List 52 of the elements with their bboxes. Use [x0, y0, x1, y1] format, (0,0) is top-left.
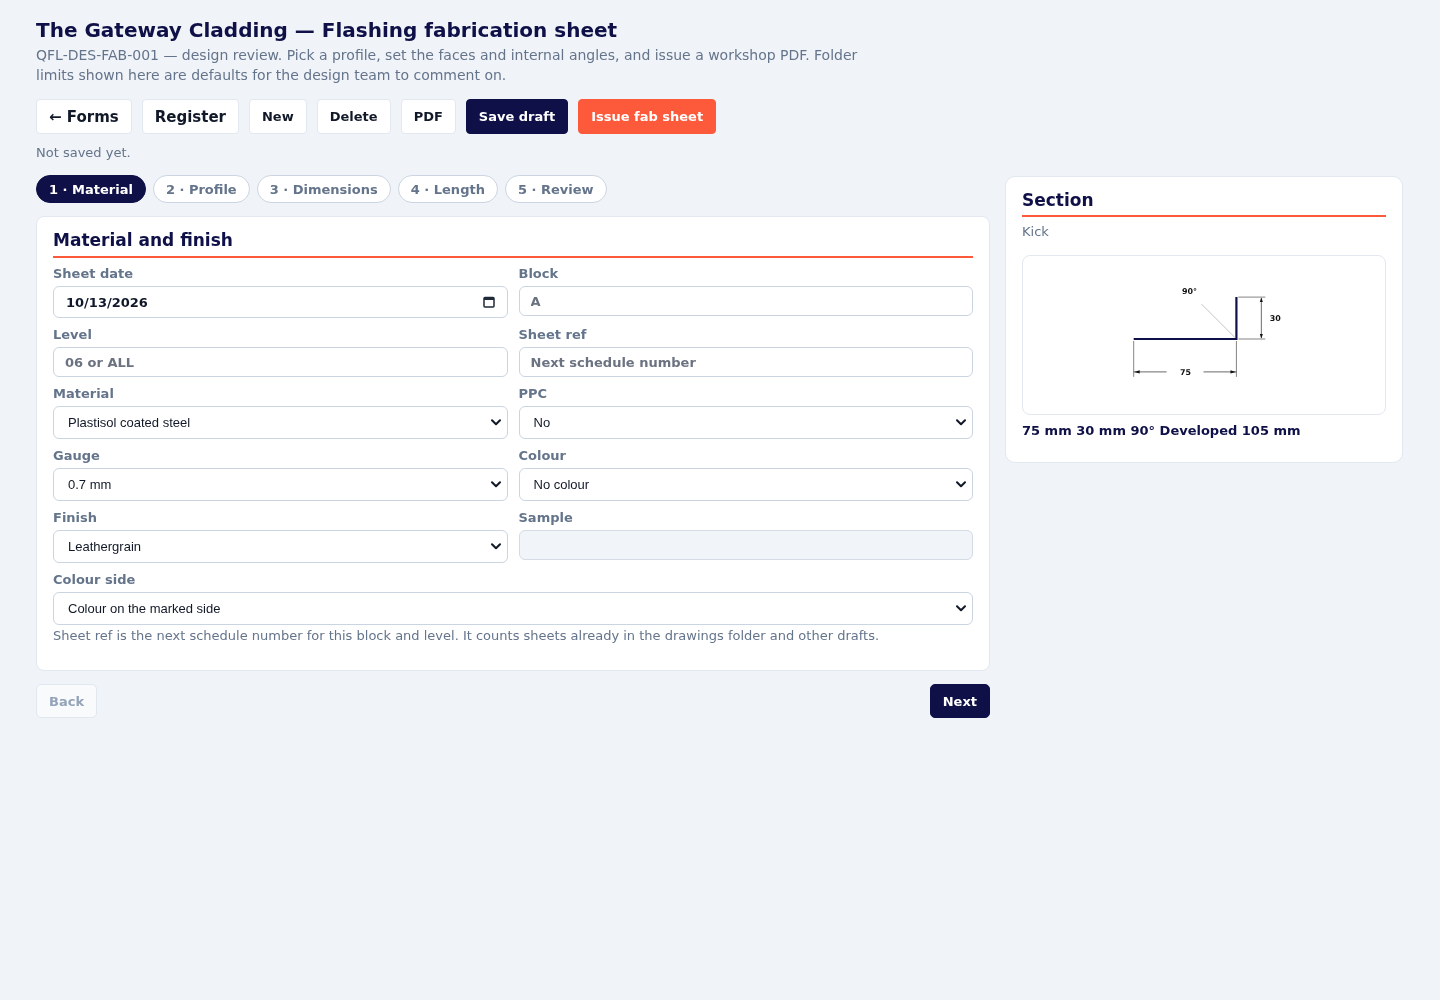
dropdown-field[interactable]: Leathergrain — [53, 530, 508, 563]
field-label: Sheet ref — [518, 327, 587, 343]
chevron-down-icon — [490, 543, 501, 550]
text-field[interactable]: A — [518, 286, 973, 316]
text-field[interactable]: 06 or ALL — [53, 347, 508, 377]
dropdown-field[interactable]: No — [518, 406, 973, 439]
card-title: Material and finish — [53, 229, 233, 251]
dropdown-field[interactable]: Colour on the marked side — [53, 592, 973, 625]
dropdown-field[interactable]: No colour — [518, 468, 973, 501]
step-tab[interactable]: 4 · Length — [397, 175, 498, 203]
panel-title: Section — [1022, 189, 1094, 211]
step-tab[interactable]: 1 · Material — [36, 175, 146, 203]
chevron-down-icon — [490, 481, 501, 488]
chevron-down-icon — [490, 419, 501, 426]
profile-name-text: Kick — [1022, 224, 1049, 240]
field-label: Gauge — [53, 448, 100, 464]
chevron-down-icon — [956, 419, 966, 426]
toolbar-button[interactable]: PDF — [400, 99, 456, 134]
chevron-down-icon — [956, 605, 966, 612]
field-label: Level — [53, 327, 92, 343]
dimension-label: 75 — [1180, 367, 1192, 377]
angle-label: 90° — [1182, 287, 1198, 297]
field-label: Colour side — [53, 572, 136, 588]
dimension-summary: 75 mm 30 mm 90° Developed 105 mm — [1022, 422, 1301, 440]
nav-button[interactable]: Register — [141, 99, 239, 134]
field-label: PPC — [518, 386, 548, 402]
primary-button[interactable]: Save draft — [465, 99, 569, 134]
angle-leader-line — [1201, 303, 1236, 339]
field-label: Finish — [53, 510, 98, 526]
field-label: Block — [518, 266, 559, 282]
field-label: Sheet date — [53, 266, 134, 282]
toolbar-button[interactable]: New — [249, 99, 307, 134]
text-field[interactable]: Next schedule number — [518, 347, 973, 377]
dropdown-field[interactable]: Plastisol coated steel — [53, 406, 508, 439]
nav-button[interactable]: ← Forms — [36, 99, 132, 134]
field-label: Material — [53, 386, 114, 402]
page-title: The Gateway Cladding — Flashing fabrication sheet — [36, 17, 618, 43]
calendar-icon — [482, 296, 495, 308]
date-field[interactable]: 10/13/2026 — [53, 286, 508, 318]
step-tab[interactable]: 5 · Review — [504, 175, 607, 203]
step-tab[interactable]: 2 · Profile — [152, 175, 250, 203]
save-status-text: Not saved yet. — [36, 145, 131, 161]
dimension-label: 30 — [1269, 314, 1281, 324]
dropdown-field[interactable]: 0.7 mm — [53, 468, 508, 501]
field-label: Sample — [518, 510, 573, 526]
toolbar-button[interactable]: Delete — [316, 99, 391, 134]
page-description: QFL-DES-FAB-001 — design review. Pick a profile, set the faces and internal angles, and issue a workshop PDF. Folder limits shown here are defaults for the design team to comment on. — [36, 46, 859, 85]
step-tab[interactable]: 3 · Dimensions — [256, 175, 391, 203]
next-button[interactable]: Next — [929, 684, 990, 718]
field-label: Colour — [518, 448, 567, 464]
help-text: Sheet ref is the next schedule number for this block and level. It counts sheets already in the drawings folder and other drafts. — [53, 628, 880, 644]
chevron-down-icon — [956, 481, 966, 488]
